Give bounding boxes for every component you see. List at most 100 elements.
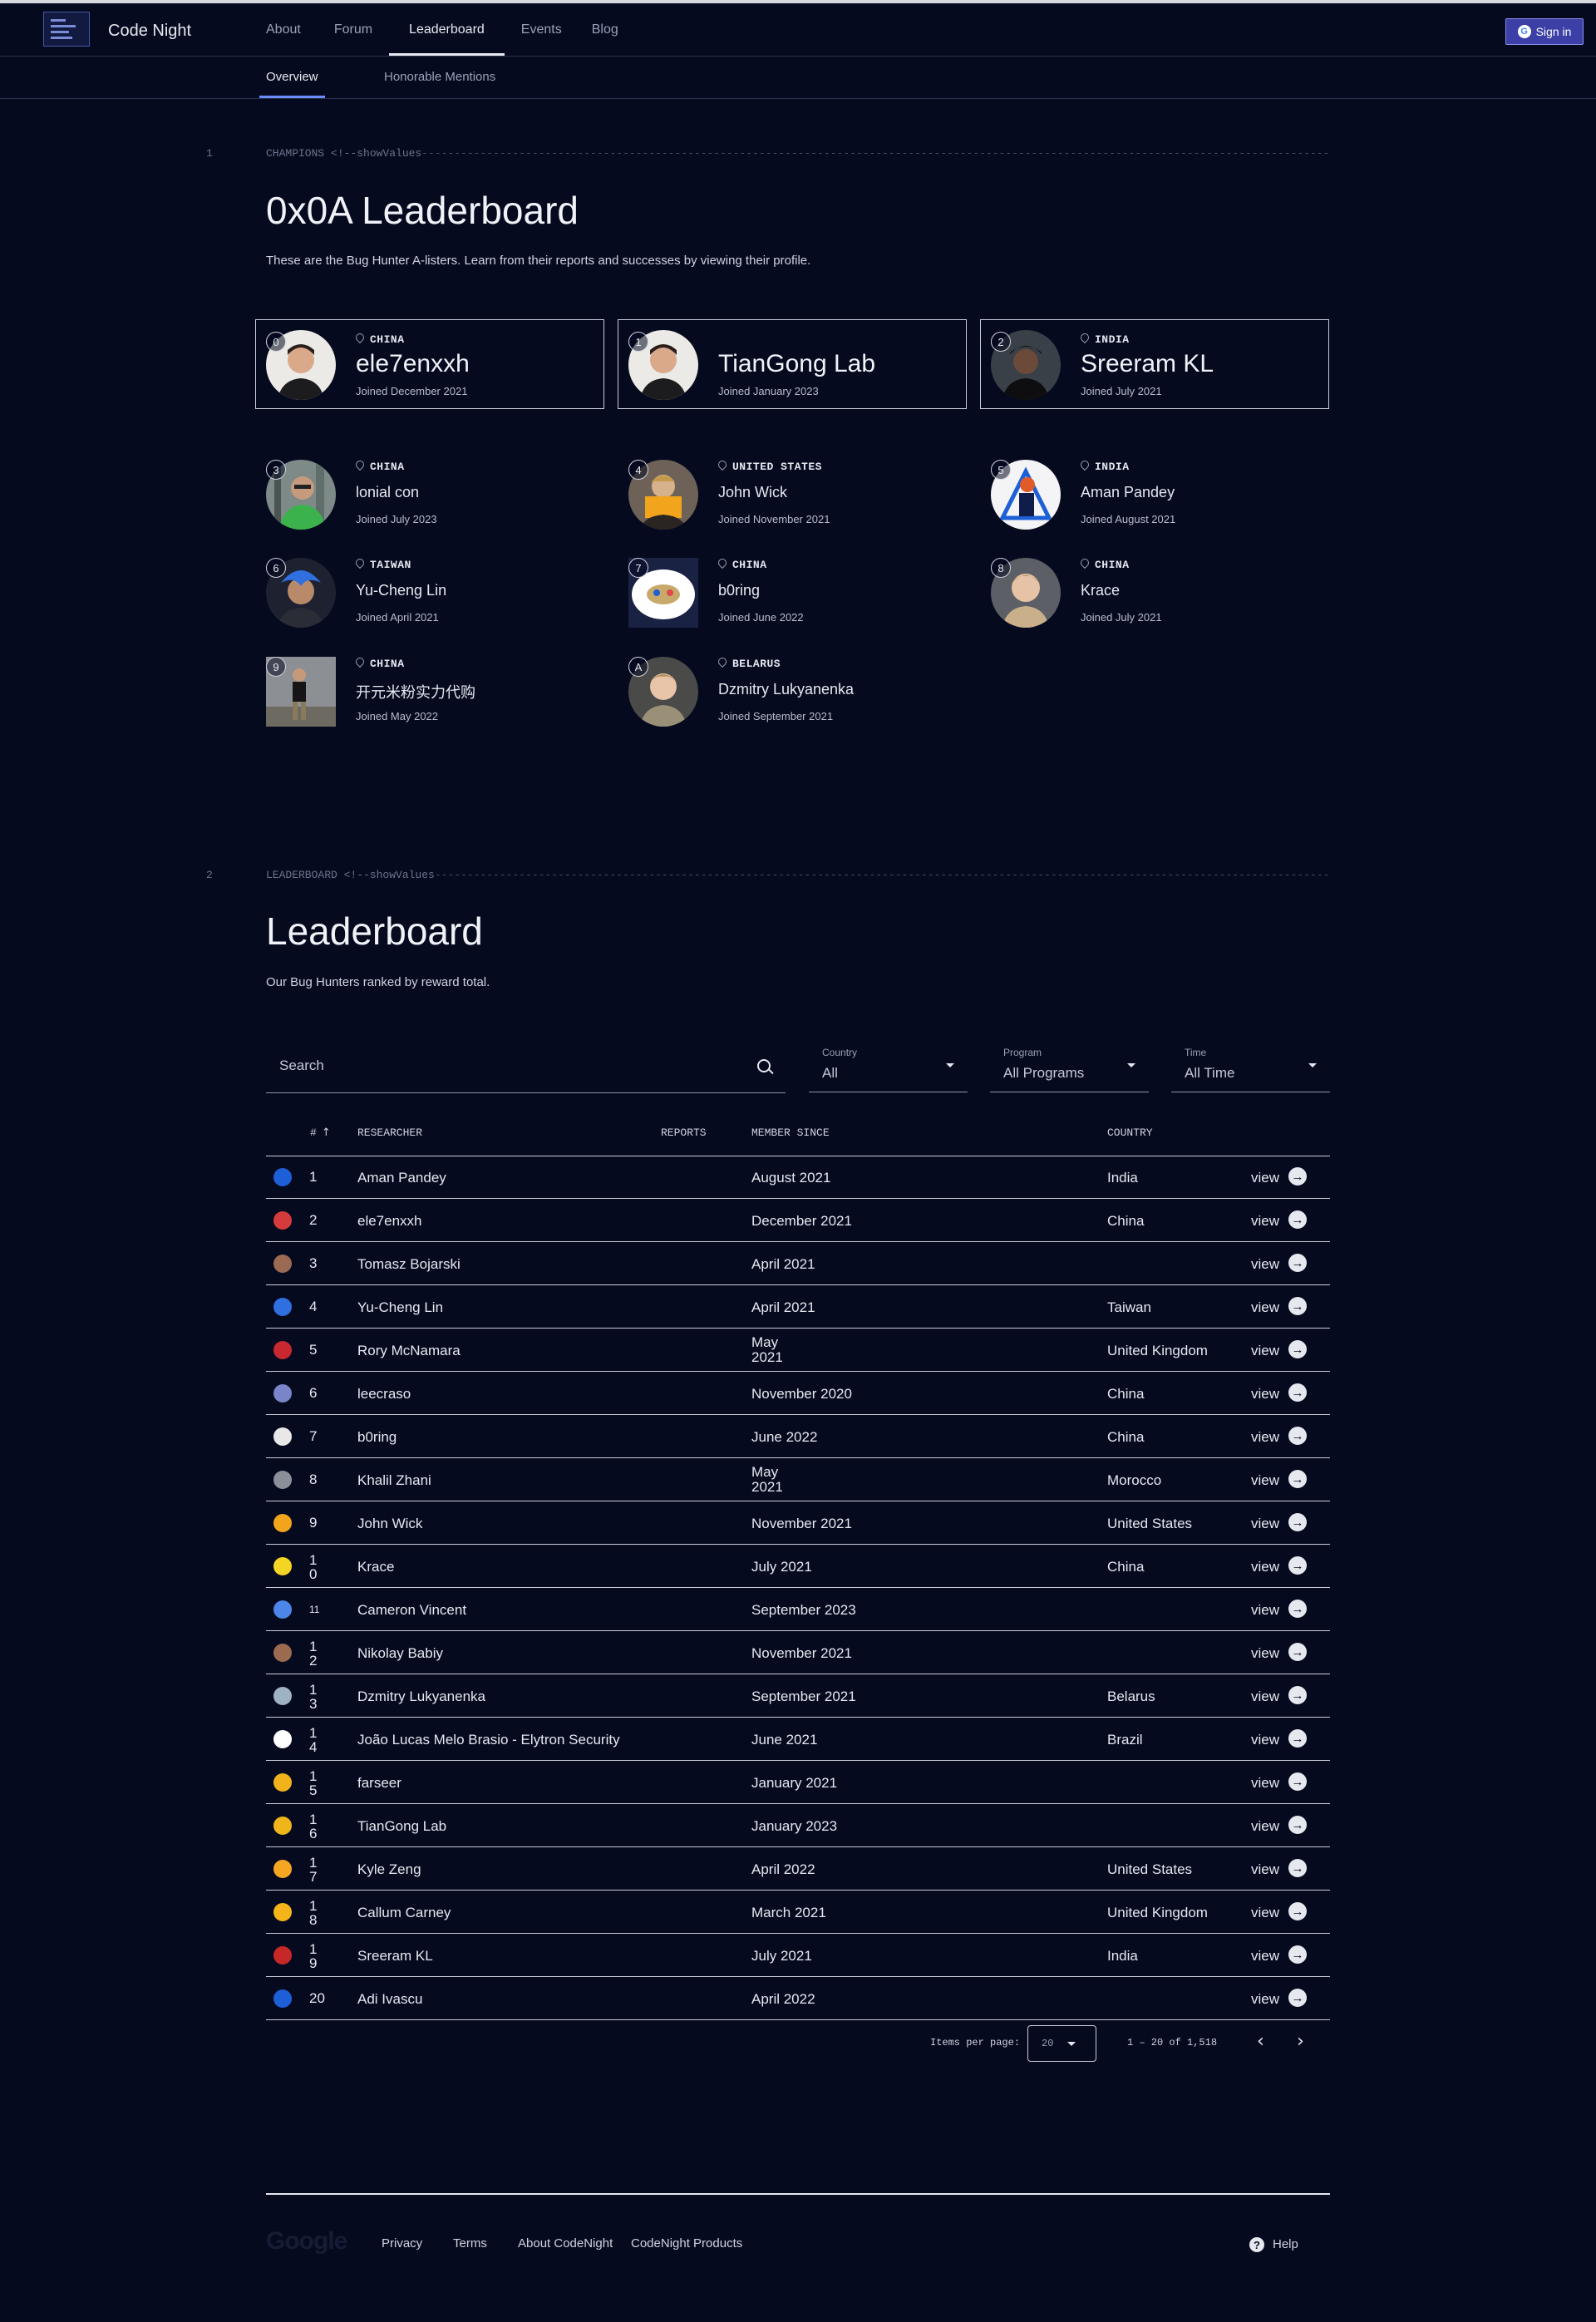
table-row[interactable]: 20 Adi Ivascu April 2022 view → — [266, 1977, 1330, 2020]
arrow-right-icon[interactable]: → — [1288, 1427, 1307, 1445]
tab-overview[interactable]: Overview — [259, 57, 324, 98]
table-row[interactable]: 3 Tomasz Bojarski April 2021 view → — [266, 1242, 1330, 1285]
program-select[interactable]: Program All Programs — [990, 1043, 1149, 1092]
nav-leaderboard[interactable]: Leaderboard — [389, 3, 505, 56]
time-select[interactable]: Time All Time — [1171, 1043, 1330, 1092]
help-link[interactable]: Help — [1273, 2237, 1298, 2251]
view-link[interactable]: view — [1251, 1299, 1279, 1316]
arrow-right-icon[interactable]: → — [1288, 1340, 1307, 1358]
table-row[interactable]: 9 John Wick November 2021 United States view… — [266, 1501, 1330, 1545]
view-link[interactable]: view — [1251, 1602, 1279, 1619]
view-link[interactable]: view — [1251, 1818, 1279, 1835]
google-logo[interactable]: Google — [266, 2227, 347, 2255]
sign-in-button[interactable]: G Sign in — [1505, 18, 1584, 45]
tab-honorable-mentions[interactable]: Honorable Mentions — [384, 57, 495, 98]
nav-about[interactable]: About — [249, 3, 318, 56]
arrow-right-icon[interactable]: → — [1288, 1643, 1307, 1661]
view-link[interactable]: view — [1251, 1256, 1279, 1273]
arrow-right-icon[interactable]: → — [1288, 1297, 1307, 1315]
nav-blog[interactable]: Blog — [579, 3, 632, 56]
champion-card[interactable]: 2 INDIA Sreeram KL Joined July 2021 — [980, 319, 1329, 409]
view-link[interactable]: view — [1251, 1948, 1279, 1965]
champion-item[interactable]: 9 CHINA 开元米粉实力代购 Joined May 2022 — [266, 655, 598, 732]
table-row[interactable]: 18 Callum Carney March 2021 United Kingdom v… — [266, 1891, 1330, 1934]
items-per-page-value: 20 — [1042, 2038, 1054, 2049]
next-page-icon[interactable]: › — [1297, 2031, 1304, 2052]
footer-link-terms[interactable]: Terms — [453, 2236, 487, 2251]
search-input[interactable]: Search — [279, 1057, 324, 1074]
champion-item[interactable]: 8 CHINA Krace Joined July 2021 — [991, 556, 1323, 633]
brand-name[interactable]: Code Night — [108, 22, 191, 41]
view-link[interactable]: view — [1251, 1645, 1279, 1662]
view-link[interactable]: view — [1251, 1559, 1279, 1575]
table-row[interactable]: 1 Aman Pandey August 2021 India view → — [266, 1156, 1330, 1199]
table-row[interactable]: 17 Kyle Zeng April 2022 United States view → — [266, 1847, 1330, 1891]
view-link[interactable]: view — [1251, 1343, 1279, 1359]
arrow-right-icon[interactable]: → — [1288, 1859, 1307, 1877]
items-per-page-select[interactable]: 20 — [1027, 2025, 1096, 2062]
view-link[interactable]: view — [1251, 1516, 1279, 1532]
table-row[interactable]: 12 Nikolay Babiy November 2021 view → — [266, 1631, 1330, 1674]
arrow-right-icon[interactable]: → — [1288, 1729, 1307, 1748]
footer-link-products[interactable]: CodeNight Products — [631, 2236, 742, 2251]
arrow-right-icon[interactable]: → — [1288, 1254, 1307, 1272]
view-link[interactable]: view — [1251, 1991, 1279, 2008]
arrow-right-icon[interactable]: → — [1288, 1816, 1307, 1834]
table-row[interactable]: 10 Krace July 2021 China view → — [266, 1545, 1330, 1588]
help-icon[interactable]: ? — [1249, 2237, 1264, 2252]
table-row[interactable]: 14 João Lucas Melo Brasio - Elytron Secur… — [266, 1718, 1330, 1761]
champion-item[interactable]: A BELARUS Dzmitry Lukyanenka Joined Sept… — [628, 655, 961, 732]
arrow-right-icon[interactable]: → — [1288, 1470, 1307, 1488]
arrow-right-icon[interactable]: → — [1288, 1513, 1307, 1531]
champion-item[interactable]: 4 UNITED STATES John Wick Joined Novembe… — [628, 458, 961, 535]
search-field[interactable]: Search — [266, 1043, 786, 1093]
table-row[interactable]: 16 TianGong Lab January 2023 view → — [266, 1804, 1330, 1847]
view-link[interactable]: view — [1251, 1213, 1279, 1230]
arrow-right-icon[interactable]: → — [1288, 1556, 1307, 1575]
view-link[interactable]: view — [1251, 1472, 1279, 1489]
table-row[interactable]: 15 farseer January 2021 view → — [266, 1761, 1330, 1804]
arrow-right-icon[interactable]: → — [1288, 1772, 1307, 1791]
arrow-right-icon[interactable]: → — [1288, 1902, 1307, 1920]
view-link[interactable]: view — [1251, 1905, 1279, 1921]
champion-item[interactable]: 6 TAIWAN Yu-Cheng Lin Joined April 2021 — [266, 556, 598, 633]
arrow-right-icon[interactable]: → — [1288, 1167, 1307, 1186]
table-row[interactable]: 8 Khalil Zhani May 2021 Morocco view → — [266, 1458, 1330, 1501]
champion-item[interactable]: 7 CHINA b0ring Joined June 2022 — [628, 556, 961, 633]
search-icon[interactable] — [757, 1059, 771, 1072]
arrow-right-icon[interactable]: → — [1288, 1989, 1307, 2007]
view-link[interactable]: view — [1251, 1429, 1279, 1446]
code-night-logo[interactable] — [43, 12, 90, 47]
table-row[interactable]: 2 ele7enxxh December 2021 China view → — [266, 1199, 1330, 1242]
view-link[interactable]: view — [1251, 1689, 1279, 1705]
view-link[interactable]: view — [1251, 1732, 1279, 1748]
view-link[interactable]: view — [1251, 1386, 1279, 1403]
table-row[interactable]: 11 Cameron Vincent September 2023 view → — [266, 1588, 1330, 1631]
nav-forum[interactable]: Forum — [318, 3, 389, 56]
arrow-right-icon[interactable]: → — [1288, 1383, 1307, 1402]
view-link[interactable]: view — [1251, 1861, 1279, 1878]
champion-card[interactable]: 1 TianGong Lab Joined January 2023 — [618, 319, 967, 409]
view-link[interactable]: view — [1251, 1170, 1279, 1186]
nav-events[interactable]: Events — [505, 3, 579, 56]
researcher-cell: farseer — [357, 1775, 401, 1791]
table-row[interactable]: 5 Rory McNamara May 2021 United Kingdom view… — [266, 1329, 1330, 1372]
champion-item[interactable]: 5 INDIA Aman Pandey Joined August 2021 — [991, 458, 1323, 535]
arrow-right-icon[interactable]: → — [1288, 1210, 1307, 1229]
rank-column-header[interactable]: # ↑ — [310, 1126, 331, 1139]
country-select[interactable]: Country All — [809, 1043, 968, 1092]
table-row[interactable]: 4 Yu-Cheng Lin April 2021 Taiwan view → — [266, 1285, 1330, 1329]
champion-card[interactable]: 0 CHINA ele7enxxh Joined December 2021 — [255, 319, 604, 409]
arrow-right-icon[interactable]: → — [1288, 1600, 1307, 1618]
footer-link-privacy[interactable]: Privacy — [382, 2236, 422, 2251]
table-row[interactable]: 13 Dzmitry Lukyanenka September 2021 Belaru… — [266, 1674, 1330, 1718]
arrow-right-icon[interactable]: → — [1288, 1686, 1307, 1704]
table-row[interactable]: 6 leecraso November 2020 China view → — [266, 1372, 1330, 1415]
champion-item[interactable]: 3 CHINA lonial con Joined July 2023 — [266, 458, 598, 535]
previous-page-icon[interactable]: ‹ — [1257, 2031, 1264, 2052]
view-link[interactable]: view — [1251, 1775, 1279, 1792]
arrow-right-icon[interactable]: → — [1288, 1945, 1307, 1964]
table-row[interactable]: 7 b0ring June 2022 China view → — [266, 1415, 1330, 1458]
table-row[interactable]: 19 Sreeram KL July 2021 India view → — [266, 1934, 1330, 1977]
footer-link-about[interactable]: About CodeNight — [518, 2236, 613, 2251]
